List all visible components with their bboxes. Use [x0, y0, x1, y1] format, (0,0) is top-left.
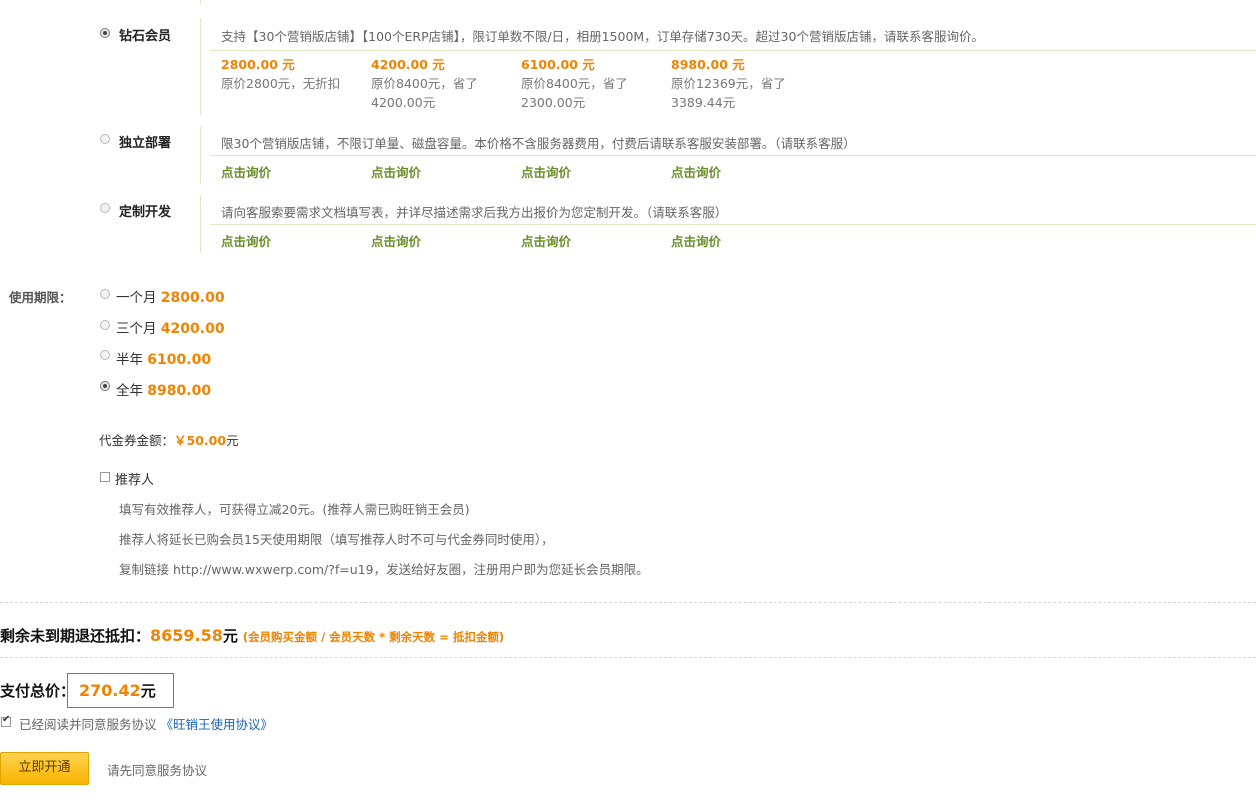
plan-name-diamond: 钻石会员	[119, 29, 172, 44]
total-unit: 元	[140, 682, 156, 700]
section-divider	[0, 657, 1256, 658]
inquiry-link[interactable]: 点击询价	[671, 162, 721, 181]
price-original: 原价8400元，省了	[521, 76, 628, 91]
inquiry-link[interactable]: 点击询价	[221, 162, 271, 181]
total-label: 支付总价：	[0, 682, 76, 700]
plan-divider	[200, 195, 201, 253]
plan-divider	[200, 18, 201, 115]
price-option[interactable]: 6100.00 元 原价8400元，省了 2300.00元	[521, 55, 661, 112]
plan-desc-custom: 请向客服索要需求文档填写表，并详尽描述需求后我方出报价为您定制开发。（请联系客服…	[221, 205, 728, 220]
plan-radio-custom[interactable]	[100, 203, 110, 213]
referrer-label[interactable]: 推荐人	[115, 469, 154, 488]
refund-formula: (会员购买金额 / 会员天数 * 剩余天数 = 抵扣金额)	[242, 630, 505, 644]
referrer-checkbox[interactable]	[100, 472, 110, 482]
period-radio-halfyear[interactable]	[100, 350, 110, 360]
price-value: 4200.00 元	[371, 57, 445, 72]
period-radio-quarter[interactable]	[100, 320, 110, 330]
plan-desc-diamond: 支持【30个营销版店铺】【100个ERP店铺】，限订单数不限/日，相册1500M…	[221, 29, 984, 44]
price-option[interactable]: 4200.00 元 原价8400元，省了 4200.00元	[371, 55, 511, 112]
plan-name-custom: 定制开发	[119, 205, 172, 220]
price-value: 6100.00 元	[521, 57, 595, 72]
price-value: 2800.00 元	[221, 57, 295, 72]
agreement-text: 已经阅读并同意服务协议	[19, 717, 157, 732]
period-option-name: 半年	[116, 352, 143, 368]
plan-separator	[210, 155, 1256, 156]
referrer-info-line: 填写有效推荐人，可获得立减20元。(推荐人需已购旺销王会员)	[119, 502, 470, 517]
plan-radio-diamond[interactable]	[100, 28, 110, 38]
period-radio-year[interactable]	[100, 381, 110, 391]
period-option-name: 全年	[116, 383, 143, 399]
inquiry-link[interactable]: 点击询价	[371, 162, 421, 181]
inquiry-link[interactable]: 点击询价	[671, 231, 721, 250]
period-option-price: 4200.00	[160, 321, 225, 337]
refund-amount: 8659.58	[150, 626, 223, 645]
plan-divider	[200, 126, 201, 184]
period-label: 使用期限：	[9, 290, 72, 305]
plan-radio-standalone[interactable]	[100, 134, 110, 144]
voucher-row: 代金券金额：￥50.00元	[99, 430, 239, 449]
price-value: 8980.00 元	[671, 57, 745, 72]
price-saved: 3389.44元	[671, 95, 736, 110]
voucher-amount: ￥50.00	[174, 433, 227, 448]
period-option-price: 6100.00	[147, 352, 212, 368]
period-radio-month[interactable]	[100, 289, 110, 299]
plan-desc-standalone: 限30个营销版店铺，不限订单量、磁盘容量。本价格不含服务器费用，付费后请联系客服…	[221, 136, 856, 151]
period-option-quarter[interactable]: 三个月 4200.00	[116, 317, 225, 337]
referrer-info-line: 复制链接 http://www.wxwerp.com/?f=u19，发送给好友圈…	[119, 562, 649, 577]
price-saved: 2300.00元	[521, 95, 586, 110]
price-option[interactable]: 2800.00 元 原价2800元，无折扣	[221, 55, 361, 93]
agreement-link[interactable]: 《旺销王使用协议》	[161, 717, 274, 732]
inquiry-link[interactable]: 点击询价	[371, 231, 421, 250]
period-option-month[interactable]: 一个月 2800.00	[116, 286, 225, 306]
refund-unit: 元	[222, 627, 238, 645]
price-original: 原价8400元，省了	[371, 76, 478, 91]
refund-label: 剩余未到期退还抵扣：	[0, 627, 151, 645]
agreement-row: 已经阅读并同意服务协议 《旺销王使用协议》	[19, 714, 273, 733]
inquiry-link[interactable]: 点击询价	[221, 231, 271, 250]
submit-hint: 请先同意服务协议	[107, 763, 208, 778]
period-option-price: 8980.00	[147, 383, 212, 399]
referrer-info-line: 推荐人将延长已购会员15天使用期限（填写推荐人时不可与代金券同时使用），	[119, 532, 554, 547]
refund-row: 剩余未到期退还抵扣：8659.58元 (会员购买金额 / 会员天数 * 剩余天数…	[0, 625, 504, 646]
period-option-name: 一个月	[116, 290, 157, 306]
period-option-name: 三个月	[116, 321, 157, 337]
price-original: 原价2800元，无折扣	[221, 76, 341, 91]
total-value: 270.42	[79, 681, 141, 700]
inquiry-link[interactable]: 点击询价	[521, 162, 571, 181]
section-divider	[0, 602, 1256, 603]
inquiry-link[interactable]: 点击询价	[521, 231, 571, 250]
plan-separator	[210, 50, 1256, 51]
agreement-checkbox[interactable]	[1, 714, 11, 727]
period-option-price: 2800.00	[160, 290, 225, 306]
price-saved: 4200.00元	[371, 95, 436, 110]
total-amount: 270.42元	[79, 680, 156, 701]
plan-separator	[210, 224, 1256, 225]
price-option[interactable]: 8980.00 元 原价12369元，省了 3389.44元	[671, 55, 811, 112]
period-option-halfyear[interactable]: 半年 6100.00	[116, 348, 211, 368]
voucher-unit: 元	[226, 433, 239, 448]
period-option-year[interactable]: 全年 8980.00	[116, 379, 211, 399]
price-original: 原价12369元，省了	[671, 76, 786, 91]
plan-divider-top	[200, 0, 201, 4]
open-now-button[interactable]: 立即开通	[0, 752, 89, 785]
voucher-label: 代金券金额：	[99, 433, 175, 448]
plan-name-standalone: 独立部署	[119, 136, 172, 151]
